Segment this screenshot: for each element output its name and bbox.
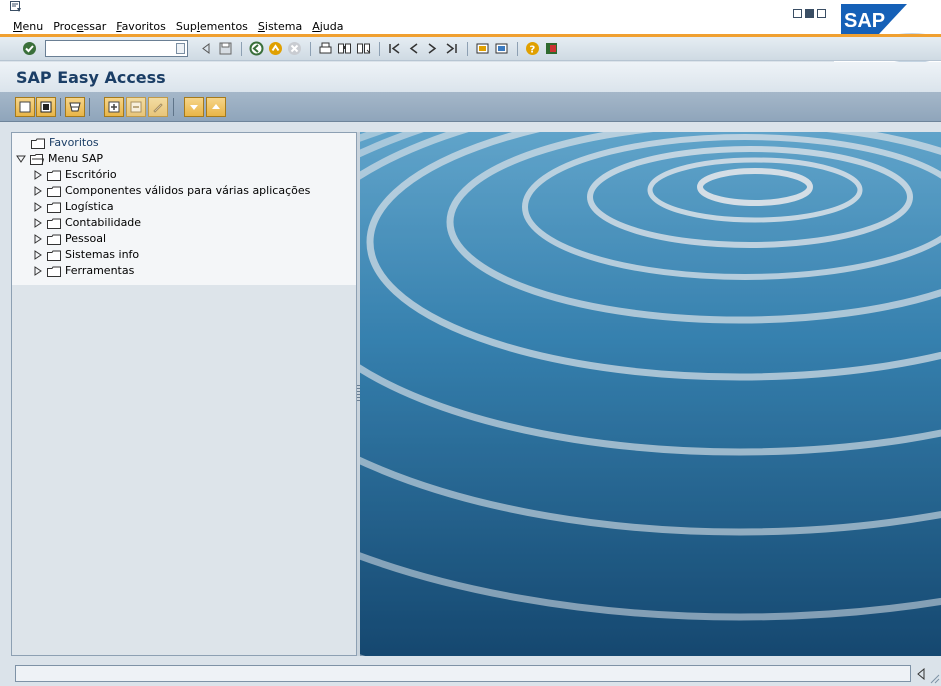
triangle-left-icon [917, 667, 925, 680]
tree-node-pessoal[interactable]: Pessoal [33, 231, 106, 247]
tree-node-menu-sap[interactable]: Menu SAP [16, 151, 103, 167]
tree-node-escritorio[interactable]: Escritório [33, 167, 117, 183]
exit-icon[interactable] [268, 41, 283, 56]
svg-text:?: ? [530, 45, 536, 56]
triangle-collapsed-icon[interactable] [33, 202, 43, 212]
tree-node-logistica[interactable]: Logística [33, 199, 114, 215]
folder-icon [47, 170, 61, 181]
triangle-collapsed-icon[interactable] [33, 218, 43, 228]
menu-item-favoritos[interactable]: Favoritos [116, 20, 166, 33]
folder-icon [47, 266, 61, 277]
open-folder-icon [30, 153, 44, 165]
application-toolbar [0, 92, 941, 122]
menu-item-suplementos[interactable]: Suplementos [176, 20, 248, 33]
menu-bar: Menu Processar Favoritos Suplementos Sis… [0, 0, 941, 36]
create-session-icon[interactable] [475, 41, 490, 56]
menu-items: Menu Processar Favoritos Suplementos Sis… [13, 20, 344, 33]
triangle-down-icon [190, 105, 198, 110]
title-bar: SAP Easy Access [0, 62, 941, 92]
cancel-icon[interactable] [287, 41, 302, 56]
shortcut-icon[interactable] [494, 41, 509, 56]
business-workplace-button[interactable] [65, 97, 85, 117]
help-icon[interactable]: ? [525, 41, 540, 56]
change-favorite-button[interactable] [148, 97, 168, 117]
back-arrow-icon[interactable] [199, 41, 214, 56]
pencil-icon [153, 103, 163, 113]
menu-item-sistema[interactable]: Sistema [258, 20, 302, 33]
next-page-icon[interactable] [425, 41, 440, 56]
first-page-icon[interactable] [387, 41, 402, 56]
user-menu-button[interactable] [15, 97, 35, 117]
water-ripple-image [360, 132, 941, 656]
sap-menu-button[interactable] [36, 97, 56, 117]
sap-logo: SAP [844, 10, 885, 32]
find-next-icon[interactable] [356, 41, 371, 56]
find-icon[interactable] [337, 41, 352, 56]
status-bar [0, 660, 941, 686]
folder-icon [47, 250, 61, 261]
tree-node-componentes[interactable]: Componentes válidos para várias aplicaçõ… [33, 183, 310, 199]
toolbar-separator [467, 42, 468, 56]
window-menu-icon[interactable] [10, 1, 22, 13]
save-icon[interactable] [218, 41, 233, 56]
inbox-icon [69, 102, 81, 112]
toolbar-separator [241, 42, 242, 56]
toolbar-separator [173, 98, 174, 116]
tree-content: Favoritos Menu SAP Escritório Componente… [12, 133, 356, 285]
menu-item-processar[interactable]: Processar [53, 20, 106, 33]
minimize-icon[interactable] [793, 9, 802, 18]
tree-node-contabilidade[interactable]: Contabilidade [33, 215, 141, 231]
resize-grip-icon[interactable] [930, 672, 940, 684]
navigation-tree: Favoritos Menu SAP Escritório Componente… [11, 132, 357, 656]
triangle-collapsed-icon[interactable] [33, 234, 43, 244]
print-icon[interactable] [318, 41, 333, 56]
folder-icon [47, 218, 61, 229]
standard-toolbar: ? [0, 37, 941, 61]
page-title: SAP Easy Access [16, 68, 166, 87]
move-favorite-down-button[interactable] [184, 97, 204, 117]
move-favorite-up-button[interactable] [206, 97, 226, 117]
triangle-collapsed-icon[interactable] [33, 170, 43, 180]
folder-icon [47, 186, 61, 197]
command-field[interactable] [45, 40, 188, 57]
tree-node-ferramentas[interactable]: Ferramentas [33, 263, 134, 279]
status-message-field[interactable] [15, 665, 911, 682]
delete-favorite-icon [130, 101, 142, 113]
triangle-collapsed-icon[interactable] [33, 250, 43, 260]
enter-icon[interactable] [22, 41, 37, 56]
previous-page-icon[interactable] [406, 41, 421, 56]
triangle-collapsed-icon[interactable] [33, 266, 43, 276]
tree-node-sistemas-info[interactable]: Sistemas info [33, 247, 139, 263]
menu-item-ajuda[interactable]: Ajuda [312, 20, 343, 33]
triangle-expanded-icon[interactable] [16, 154, 26, 164]
close-icon[interactable] [817, 9, 826, 18]
menu-item-menu[interactable]: Menu [13, 20, 43, 33]
tree-node-favorites[interactable]: Favoritos [31, 135, 99, 151]
add-favorite-icon [108, 101, 120, 113]
toolbar-separator [517, 42, 518, 56]
easy-access-image [360, 132, 941, 656]
status-bar-toggle[interactable] [912, 665, 930, 682]
toolbar-separator [89, 98, 90, 116]
toolbar-separator [310, 42, 311, 56]
folder-icon [47, 234, 61, 245]
toolbar-separator [379, 42, 380, 56]
window-controls [793, 9, 826, 18]
folder-icon [31, 138, 45, 149]
command-history-dropdown[interactable] [176, 43, 185, 54]
customize-layout-icon[interactable] [544, 41, 559, 56]
triangle-collapsed-icon[interactable] [33, 186, 43, 196]
triangle-up-icon [212, 104, 220, 109]
delete-favorite-button[interactable] [126, 97, 146, 117]
last-page-icon[interactable] [444, 41, 459, 56]
maximize-icon[interactable] [805, 9, 814, 18]
back-icon[interactable] [249, 41, 264, 56]
folder-icon [47, 202, 61, 213]
toolbar-separator [60, 98, 61, 116]
user-menu-icon [19, 101, 31, 113]
add-to-favorites-button[interactable] [104, 97, 124, 117]
sap-menu-icon [40, 101, 52, 113]
